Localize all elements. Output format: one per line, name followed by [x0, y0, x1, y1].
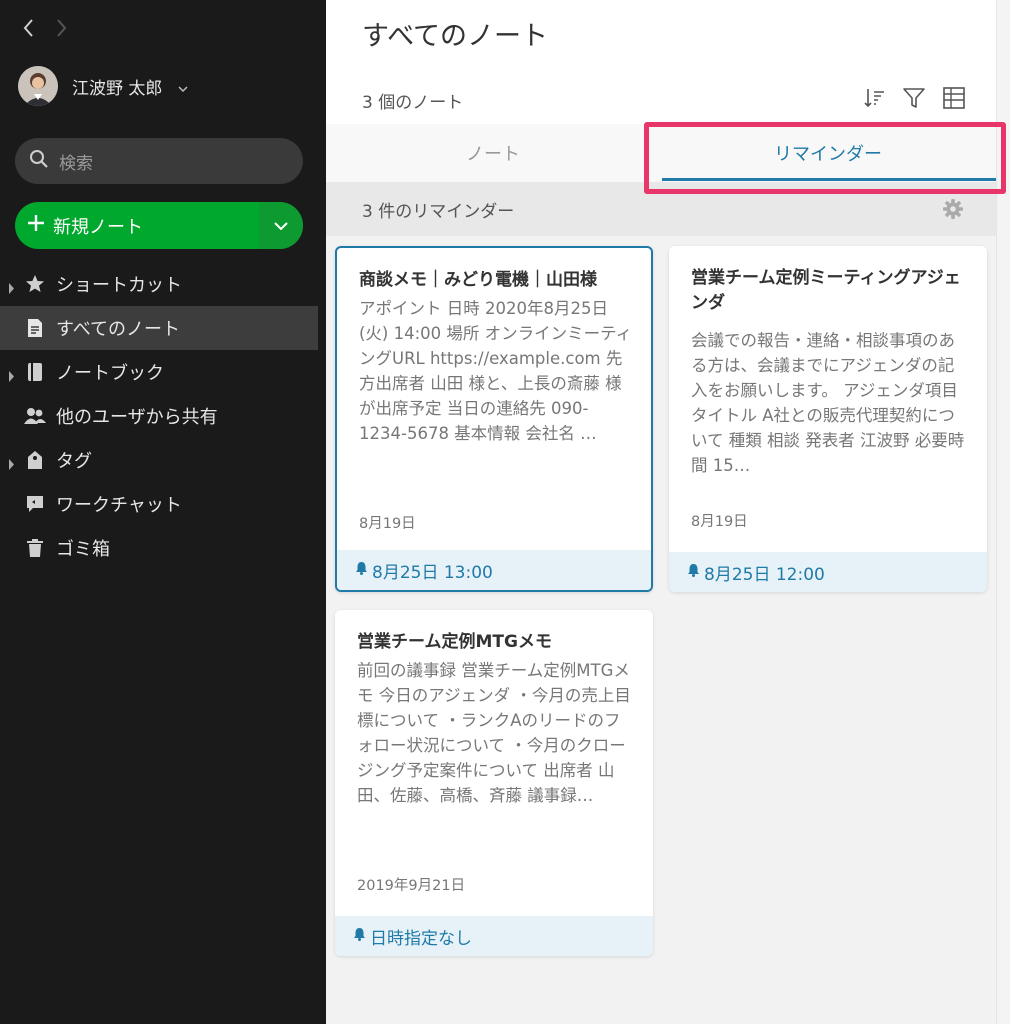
reminder-time: 日時指定なし [370, 928, 472, 949]
reminder-count: 3 件のリマインダー [362, 201, 515, 222]
sidebar-item-label: タグ [56, 451, 92, 472]
note-card-title: 営業チーム定例ミーティングアジェンダ [691, 268, 961, 313]
note-card-date: 2019年9月21日 [357, 878, 466, 894]
caret-right-icon[interactable] [8, 366, 15, 387]
sidebar-item-trash[interactable]: ゴミ箱 [0, 526, 326, 570]
tag-icon [24, 449, 46, 471]
note-card-title: 営業チーム定例MTGメモ [357, 632, 552, 652]
users-icon [24, 405, 46, 427]
back-arrow-icon[interactable] [22, 18, 34, 38]
sidebar-item-label: ショートカット [56, 275, 182, 296]
active-tab-indicator [662, 178, 996, 181]
new-note-button[interactable]: 新規ノート [15, 202, 303, 249]
note-card-title: 商談メモ｜みどり電機｜山田様 [359, 270, 597, 290]
sidebar-item-label: 他のユーザから共有 [56, 407, 218, 428]
sidebar-item-label: すべてのノート [56, 319, 181, 340]
nav-arrows [22, 18, 68, 38]
search-icon [29, 149, 49, 173]
note-card[interactable]: 営業チーム定例MTGメモ 前回の議事録 営業チーム定例MTGメモ 今日のアジェン… [335, 610, 653, 956]
sidebar-item-label: ノートブック [56, 363, 164, 384]
chevron-down-icon [274, 221, 288, 230]
plus-icon [27, 214, 45, 237]
sidebar-item-shared[interactable]: 他のユーザから共有 [0, 394, 326, 438]
note-card-date: 8月19日 [691, 514, 748, 530]
user-name: 江波野 太郎 [72, 78, 163, 99]
reminder-cards: 商談メモ｜みどり電機｜山田様 アポイント 日時 2020年8月25日(火) 14… [326, 236, 996, 1024]
note-card-snippet: アポイント 日時 2020年8月25日(火) 14:00 場所 オンラインミーテ… [359, 299, 633, 443]
sidebar-menu: ショートカット すべてのノート ノートブック 他のユーザから共有 タグ ワークチ… [0, 262, 326, 570]
caret-right-icon[interactable] [8, 454, 15, 475]
reminder-footer[interactable]: 8月25日 13:00 [337, 550, 651, 590]
sidebar-item-label: ワークチャット [56, 495, 182, 516]
note-card-snippet: 会議での報告・連絡・相談事項のある方は、会議までにアジェンダの記入をお願いします… [691, 331, 965, 475]
new-note-dropdown[interactable] [259, 202, 303, 249]
sidebar-item-shortcuts[interactable]: ショートカット [0, 262, 326, 306]
search-placeholder: 検索 [59, 153, 93, 174]
note-list-toolbar [862, 86, 966, 114]
bell-icon [687, 562, 700, 582]
chat-icon [24, 493, 46, 515]
notebook-icon [24, 361, 46, 383]
view-options-icon[interactable] [942, 86, 966, 114]
tab-reminders[interactable]: リマインダー [660, 124, 996, 182]
note-list-panel: すべてのノート 3 個のノート ノート リマインダー 3 件のリマインダー 商談… [326, 0, 996, 1024]
reminder-time: 8月25日 13:00 [372, 562, 493, 583]
new-note-main[interactable]: 新規ノート [15, 202, 259, 249]
reminder-time: 8月25日 12:00 [704, 564, 825, 585]
tab-bar: ノート リマインダー [326, 124, 996, 182]
star-icon [24, 273, 46, 295]
forward-arrow-icon[interactable] [56, 18, 68, 38]
caret-right-icon[interactable] [8, 278, 15, 299]
filter-icon[interactable] [902, 86, 926, 114]
bell-icon [353, 926, 366, 946]
sidebar-item-workchat[interactable]: ワークチャット [0, 482, 326, 526]
sidebar-item-tags[interactable]: タグ [0, 438, 326, 482]
new-note-label: 新規ノート [53, 216, 143, 238]
note-icon [24, 317, 46, 339]
note-count: 3 個のノート [362, 93, 464, 113]
note-card-date: 8月19日 [359, 516, 416, 532]
sort-icon[interactable] [862, 86, 886, 114]
bell-icon [355, 560, 368, 580]
sidebar-item-all-notes[interactable]: すべてのノート [0, 306, 318, 350]
note-card[interactable]: 商談メモ｜みどり電機｜山田様 アポイント 日時 2020年8月25日(火) 14… [335, 246, 653, 592]
reminder-count-bar: 3 件のリマインダー [326, 182, 996, 236]
tab-notes[interactable]: ノート [326, 124, 660, 182]
sidebar-item-notebooks[interactable]: ノートブック [0, 350, 326, 394]
avatar [18, 66, 58, 106]
trash-icon [24, 537, 46, 559]
sidebar: 江波野 太郎 検索 新規ノート ショートカット すべてのノート ノートブック 他… [0, 0, 326, 1024]
note-card[interactable]: 営業チーム定例ミーティングアジェンダ 会議での報告・連絡・相談事項のある方は、会… [669, 246, 987, 592]
sidebar-item-label: ゴミ箱 [56, 539, 110, 560]
gear-icon[interactable] [942, 198, 964, 225]
editor-edge [996, 0, 1010, 1024]
user-menu[interactable]: 江波野 太郎 [18, 66, 188, 106]
reminder-footer[interactable]: 日時指定なし [335, 916, 653, 956]
search-input[interactable]: 検索 [15, 138, 303, 184]
page-title: すべてのノート [362, 21, 549, 52]
reminder-footer[interactable]: 8月25日 12:00 [669, 552, 987, 592]
chevron-down-icon [178, 77, 188, 96]
note-card-snippet: 前回の議事録 営業チーム定例MTGメモ 今日のアジェンダ ・今月の売上目標につい… [357, 661, 631, 805]
